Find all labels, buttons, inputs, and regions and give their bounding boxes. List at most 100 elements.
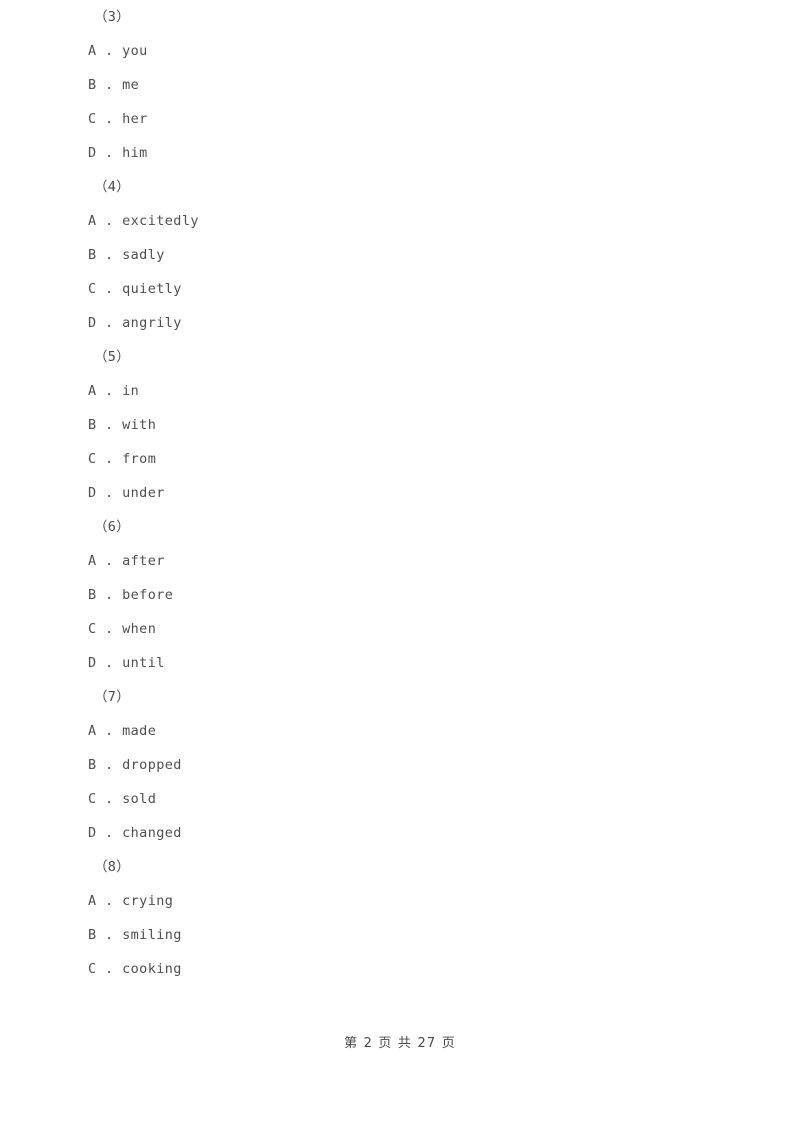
option-letter: C [88,791,97,807]
option-separator: . [96,791,123,807]
option-letter: B [88,927,97,943]
option-letter: D [88,655,97,671]
answer-option[interactable]: C . sold [0,782,800,816]
answer-option[interactable]: C . cooking [0,952,800,986]
question-list: （3） A . you B . me C . her D . him （4） A . exc… [0,0,800,986]
option-separator: . [96,145,123,161]
answer-option[interactable]: D . under [0,476,800,510]
option-separator: . [96,655,123,671]
option-text: sadly [122,247,165,263]
question-number-label: （6） [94,519,131,535]
option-letter: B [88,417,97,433]
option-letter: A [88,553,97,569]
answer-option[interactable]: C . from [0,442,800,476]
page-footer: 第 2 页 共 27 页 [344,1036,456,1051]
answer-option[interactable]: B . me [0,68,800,102]
option-separator: . [96,417,123,433]
answer-option[interactable]: A . after [0,544,800,578]
option-text: from [122,451,157,467]
option-separator: . [96,961,123,977]
option-separator: . [96,825,123,841]
question-number-label: （3） [94,9,131,25]
option-letter: A [88,893,97,909]
answer-option[interactable]: C . when [0,612,800,646]
option-letter: B [88,587,97,603]
option-letter: D [88,315,97,331]
option-letter: C [88,451,97,467]
option-separator: . [96,553,123,569]
answer-option[interactable]: D . changed [0,816,800,850]
option-letter: C [88,111,97,127]
answer-option[interactable]: C . her [0,102,800,136]
question-number-label: （8） [94,859,131,875]
answer-option[interactable]: A . excitedly [0,204,800,238]
answer-option[interactable]: B . dropped [0,748,800,782]
answer-option[interactable]: B . sadly [0,238,800,272]
option-letter: A [88,43,97,59]
option-separator: . [96,757,123,773]
document-page: （3） A . you B . me C . her D . him （4） A . exc… [0,0,800,1132]
option-separator: . [96,723,123,739]
option-separator: . [96,927,123,943]
option-text: crying [122,893,174,909]
option-text: under [122,485,165,501]
answer-option[interactable]: C . quietly [0,272,800,306]
answer-option[interactable]: D . angrily [0,306,800,340]
answer-option[interactable]: A . in [0,374,800,408]
option-separator: . [96,77,123,93]
option-separator: . [96,247,123,263]
answer-option[interactable]: A . crying [0,884,800,918]
option-text: made [122,723,157,739]
option-text: quietly [122,281,182,297]
option-text: after [122,553,165,569]
option-text: smiling [122,927,182,943]
option-separator: . [96,383,123,399]
option-text: when [122,621,157,637]
answer-option[interactable]: D . until [0,646,800,680]
option-text: before [122,587,174,603]
answer-option[interactable]: B . before [0,578,800,612]
option-text: sold [122,791,157,807]
option-separator: . [96,451,123,467]
option-text: dropped [122,757,182,773]
option-separator: . [96,587,123,603]
question-number-label: （5） [94,349,131,365]
option-separator: . [96,43,123,59]
option-letter: A [88,213,97,229]
option-letter: B [88,757,97,773]
option-text: cooking [122,961,182,977]
option-text: in [122,383,140,399]
option-text: me [122,77,140,93]
option-text: him [122,145,148,161]
option-text: until [122,655,165,671]
option-letter: B [88,77,97,93]
option-text: excitedly [122,213,199,229]
option-separator: . [96,213,123,229]
option-separator: . [96,485,123,501]
option-letter: B [88,247,97,263]
answer-option[interactable]: D . him [0,136,800,170]
option-letter: C [88,961,97,977]
answer-option[interactable]: A . you [0,34,800,68]
question-number-label: （4） [94,179,131,195]
option-text: you [122,43,148,59]
option-separator: . [96,893,123,909]
answer-option[interactable]: B . smiling [0,918,800,952]
option-separator: . [96,281,123,297]
option-letter: D [88,485,97,501]
option-separator: . [96,315,123,331]
answer-option[interactable]: B . with [0,408,800,442]
option-letter: D [88,145,97,161]
option-letter: D [88,825,97,841]
option-text: her [122,111,148,127]
option-text: angrily [122,315,182,331]
question-number-label: （7） [94,689,131,705]
option-letter: C [88,621,97,637]
option-letter: C [88,281,97,297]
answer-option[interactable]: A . made [0,714,800,748]
option-separator: . [96,111,123,127]
option-letter: A [88,723,97,739]
option-text: with [122,417,157,433]
option-text: changed [122,825,182,841]
option-separator: . [96,621,123,637]
